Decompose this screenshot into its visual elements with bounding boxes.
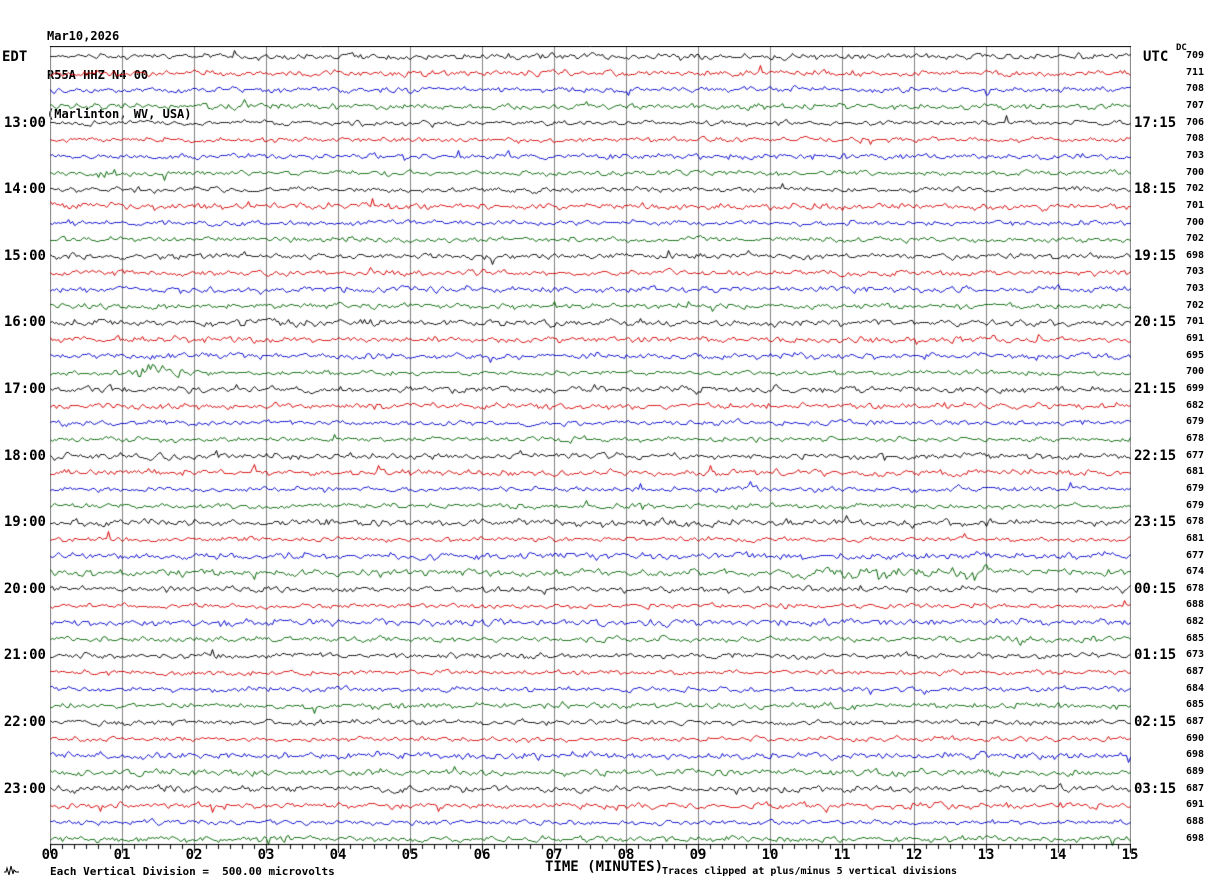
clip-note: Traces clipped at plus/minus 5 vertical … (662, 866, 958, 877)
dc-value: 687 (1185, 782, 1204, 794)
dc-value: 685 (1185, 699, 1204, 711)
left-time-label: 14:00 (3, 181, 46, 198)
dc-value: 689 (1185, 765, 1204, 777)
right-time-label: 01:15 (1134, 647, 1177, 664)
minute-tick-label: 15 (1121, 847, 1139, 863)
minute-tick-label: 00 (41, 847, 59, 863)
dc-value: 700 (1185, 216, 1204, 228)
right-time-label: 18:15 (1134, 181, 1177, 198)
left-time-label: 20:00 (3, 580, 46, 597)
right-time-label: 21:15 (1134, 381, 1177, 397)
dc-value: 702 (1185, 183, 1204, 195)
dc-value: 711 (1185, 66, 1204, 78)
left-time-label: 17:00 (3, 381, 46, 397)
minute-tick-label: 14 (1049, 847, 1067, 863)
left-time-label: 21:00 (3, 647, 46, 664)
utc-label: UTC (1143, 49, 1169, 65)
minute-tick-label: 11 (833, 847, 851, 863)
dc-value: 701 (1185, 199, 1204, 211)
right-time-label: 22:15 (1134, 447, 1177, 464)
left-time-label: 18:00 (3, 447, 46, 464)
dc-value: 674 (1185, 566, 1204, 578)
minute-tick-label: 04 (329, 847, 347, 863)
dc-value: 691 (1185, 333, 1204, 345)
dc-value: 700 (1185, 366, 1204, 378)
minute-tick-label: 09 (689, 847, 707, 863)
right-time-label: 03:15 (1134, 780, 1177, 797)
right-time-label: 19:15 (1134, 247, 1177, 264)
dc-value: 700 (1185, 166, 1204, 178)
dc-value: 678 (1185, 432, 1204, 444)
dc-value: 682 (1185, 399, 1204, 411)
minute-tick-label: 05 (401, 847, 419, 863)
right-time-label: 20:15 (1134, 314, 1177, 331)
dc-value: 698 (1185, 249, 1204, 261)
left-time-label: 19:00 (3, 514, 46, 531)
dc-value: 681 (1185, 532, 1204, 544)
dc-value: 703 (1185, 266, 1204, 278)
left-time-label: 22:00 (3, 714, 46, 730)
dc-value: 684 (1185, 682, 1204, 694)
edt-label: EDT (2, 49, 28, 65)
left-time-label: 23:00 (3, 780, 46, 797)
minute-tick-label: 02 (185, 847, 203, 863)
dc-value: 695 (1185, 349, 1204, 361)
dc-value: 691 (1185, 799, 1204, 811)
logo-waveform-icon (4, 865, 19, 876)
left-time-label: 16:00 (3, 314, 46, 331)
dc-value: 679 (1185, 482, 1204, 494)
left-time-label: 15:00 (3, 247, 46, 264)
title-date: Mar10,2026 (47, 29, 120, 43)
right-time-label: 00:15 (1134, 580, 1177, 597)
dc-value: 699 (1185, 383, 1204, 394)
dc-value: 707 (1185, 99, 1204, 111)
dc-value: 706 (1185, 116, 1204, 128)
dc-value: 709 (1185, 50, 1204, 61)
left-time-label: 13:00 (3, 114, 46, 131)
dc-value: 685 (1185, 632, 1204, 644)
minute-tick-label: 10 (761, 847, 779, 863)
right-time-label: 23:15 (1134, 514, 1177, 531)
dc-value: 687 (1185, 716, 1204, 727)
dc-value: 677 (1185, 549, 1204, 561)
seismogram-plot (50, 46, 1131, 854)
time-axis-title: TIME (MINUTES) (545, 859, 664, 875)
scale-note: Each Vertical Division = 500.00 microvol… (50, 865, 335, 878)
helicorder-page: Mar10,2026 R55A HHZ N4 00 (Marlinton, WV… (0, 0, 1210, 886)
dc-value: 677 (1185, 449, 1204, 461)
minute-tick-label: 06 (473, 847, 491, 863)
dc-value: 678 (1185, 582, 1204, 594)
dc-value: 673 (1185, 649, 1204, 661)
dc-value: 678 (1185, 516, 1204, 528)
dc-value: 698 (1185, 749, 1204, 761)
dc-value: 687 (1185, 666, 1204, 678)
dc-value: 703 (1185, 283, 1204, 295)
dc-value: 702 (1185, 299, 1204, 311)
dc-value: 679 (1185, 499, 1204, 511)
minute-tick-label: 01 (113, 847, 131, 863)
minute-tick-label: 03 (257, 847, 275, 863)
right-time-label: 17:15 (1134, 114, 1177, 131)
minute-tick-label: 12 (905, 847, 923, 863)
dc-value: 682 (1185, 616, 1204, 628)
dc-value: 702 (1185, 233, 1204, 245)
dc-value: 681 (1185, 466, 1204, 478)
dc-value: 679 (1185, 416, 1204, 428)
minute-tick-label: 13 (977, 847, 995, 863)
dc-value: 708 (1185, 133, 1204, 145)
dc-value: 708 (1185, 83, 1204, 95)
dc-value: 690 (1185, 732, 1204, 744)
dc-value: 688 (1185, 599, 1204, 611)
dc-value: 703 (1185, 149, 1204, 161)
right-time-label: 02:15 (1134, 714, 1177, 730)
dc-value: 698 (1185, 832, 1204, 844)
dc-value: 688 (1185, 815, 1204, 827)
dc-value: 701 (1185, 316, 1204, 328)
